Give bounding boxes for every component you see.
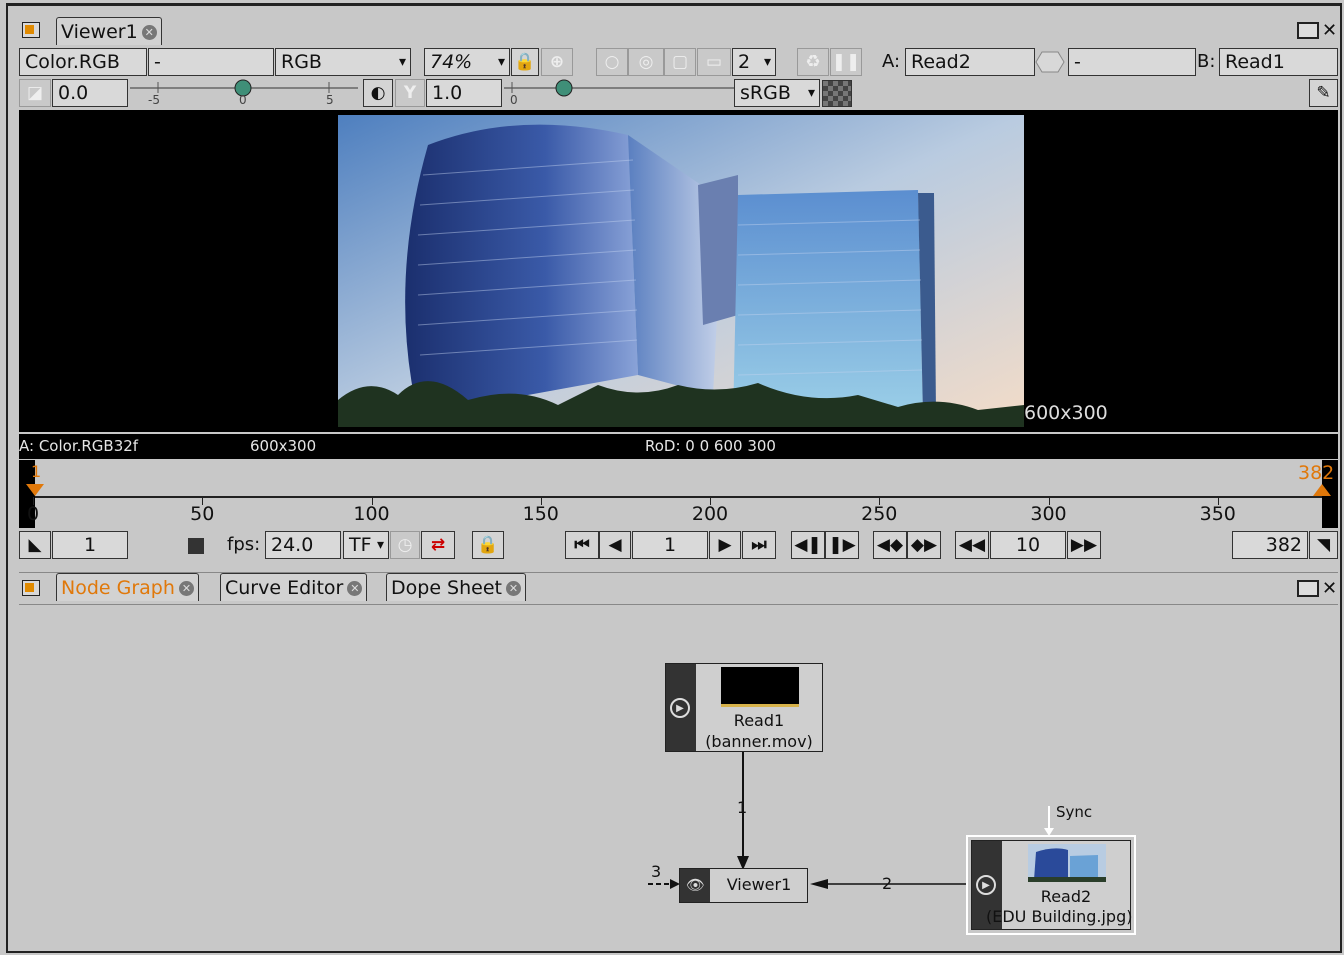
sync-label: Sync [1056,803,1093,821]
edge-label-3: 3 [651,862,662,881]
read2-node[interactable]: ▶ Read2 (EDU Building.jpg) [971,840,1133,930]
read2-play-icon[interactable]: ▶ [976,875,996,895]
viewer1-node-name: Viewer1 [726,875,792,894]
read1-thumbnail [721,667,799,707]
viewer1-node[interactable]: 👁 Viewer1 [679,868,808,903]
read2-thumbnail [1028,844,1106,882]
edge-label-2: 2 [882,874,893,893]
node-graph-edges [648,752,1054,889]
read1-name: Read1 [733,711,785,730]
viewer1-eye-icon: 👁 [686,876,706,894]
read1-file: (banner.mov) [705,732,813,751]
read1-node[interactable]: ▶ Read1 (banner.mov) [665,663,823,752]
read1-play-icon[interactable]: ▶ [670,698,690,718]
edge-label-1: 1 [737,798,748,817]
read2-file: (EDU Building.jpg) [986,907,1133,926]
read2-name: Read2 [1040,887,1092,906]
